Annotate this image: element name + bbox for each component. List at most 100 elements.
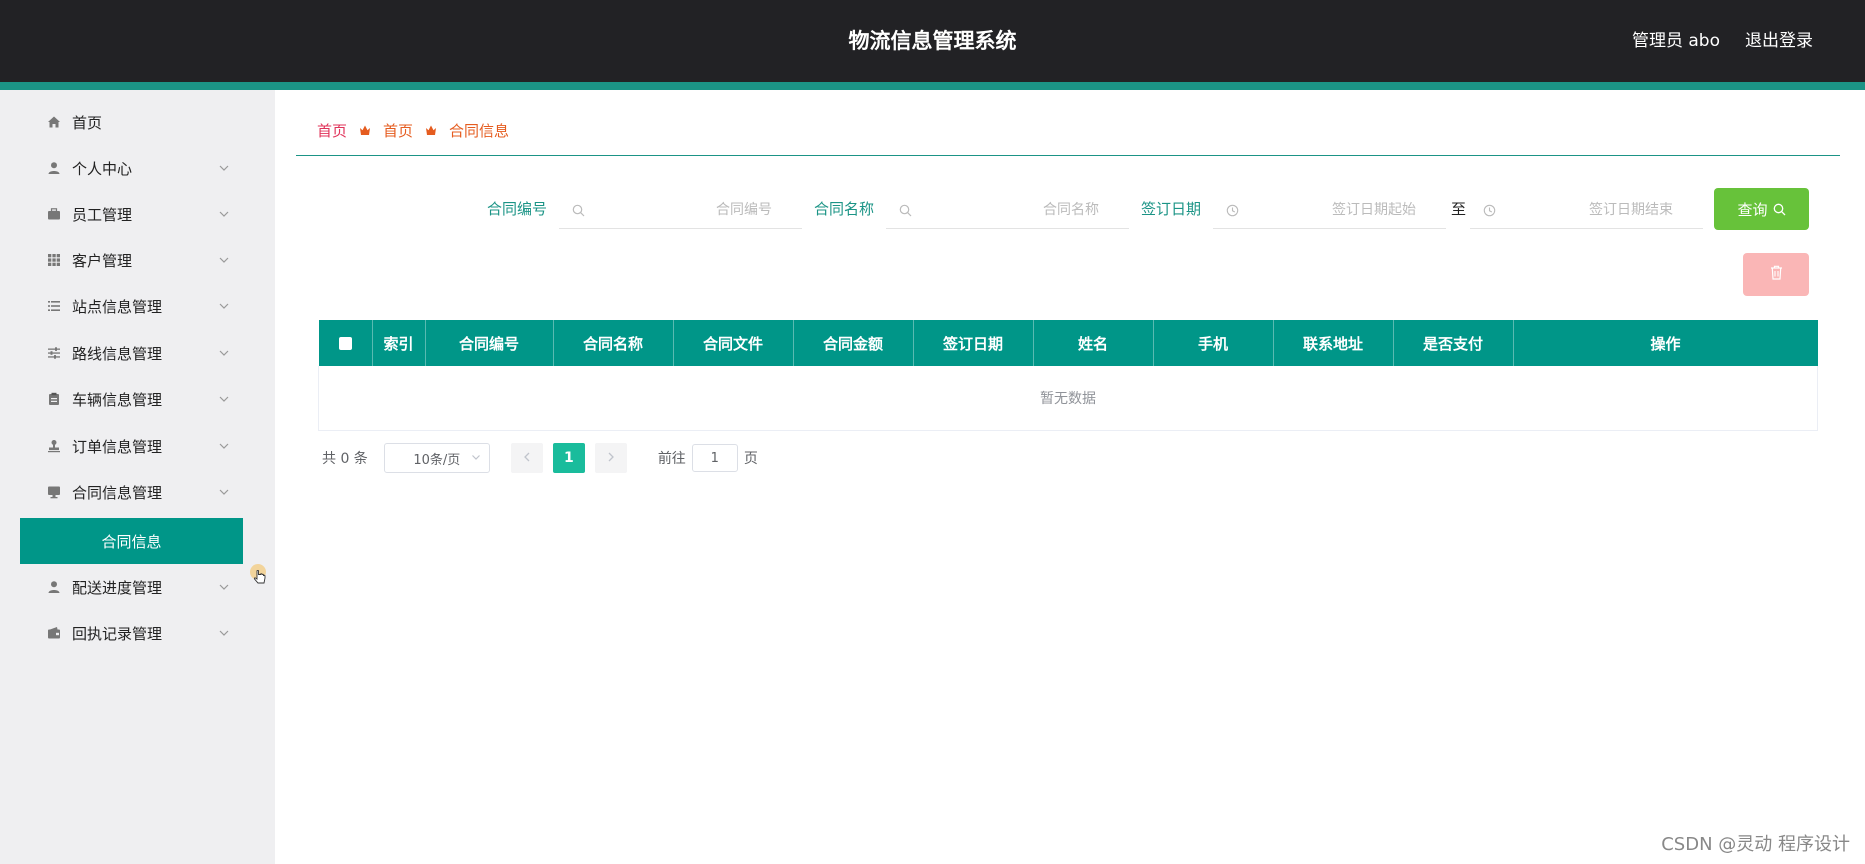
sidebar-item-route[interactable]: 路线信息管理 <box>20 330 243 376</box>
sidebar-item-receipt[interactable]: 回执记录管理 <box>20 610 243 656</box>
sidebar-item-label: 配送进度管理 <box>72 578 163 597</box>
goto-label: 前往 <box>657 451 686 467</box>
hand-cursor-icon <box>253 569 266 590</box>
column-header: 签订日期 <box>913 320 1034 366</box>
column-header: 合同文件 <box>673 320 794 366</box>
sidebar-item-label: 路线信息管理 <box>72 344 163 363</box>
chevron-down-icon <box>217 346 231 360</box>
sidebar-item-employee[interactable]: 员工管理 <box>20 191 243 237</box>
sidebar-item-delivery[interactable]: 配送进度管理 <box>20 564 243 610</box>
list-icon <box>46 298 62 314</box>
column-header: 合同金额 <box>793 320 914 366</box>
sidebar-item-contract[interactable]: 合同信息管理 <box>20 469 243 515</box>
sidebar-item-label: 车辆信息管理 <box>72 390 163 409</box>
column-header: 联系地址 <box>1273 320 1394 366</box>
column-header: 索引 <box>372 320 426 366</box>
contract-name-input[interactable] <box>912 201 1129 219</box>
sidebar-item-station[interactable]: 站点信息管理 <box>20 283 243 329</box>
sign-date-start-picker <box>1213 192 1446 229</box>
user-icon <box>46 579 62 595</box>
wallet-icon <box>46 625 62 641</box>
select-all-checkbox[interactable] <box>338 337 352 350</box>
contract-number-label: 合同编号 <box>487 200 548 218</box>
sidebar-item-order[interactable]: 订单信息管理 <box>20 423 243 469</box>
query-button[interactable]: 查询 <box>1714 188 1809 230</box>
pagination-total: 共 0 条 <box>322 451 368 467</box>
chevron-down-icon <box>217 161 231 175</box>
admin-user-label: 管理员 abo <box>1631 31 1720 51</box>
sidebar-item-label: 站点信息管理 <box>72 297 163 316</box>
sidebar-item-vehicle[interactable]: 车辆信息管理 <box>20 376 243 422</box>
column-header: 手机 <box>1153 320 1274 366</box>
delete-button[interactable] <box>1743 253 1809 296</box>
breadcrumb-separator-icon <box>425 124 437 136</box>
logout-link[interactable]: 退出登录 <box>1745 0 1813 82</box>
chevron-down-icon <box>217 580 231 594</box>
contract-number-search <box>559 192 802 229</box>
prev-page-button[interactable] <box>510 443 543 473</box>
chevron-down-icon <box>217 439 231 453</box>
sidebar-subitem-contract-info[interactable]: 合同信息 <box>20 518 243 564</box>
breadcrumb-home[interactable]: 首页 <box>317 120 347 141</box>
sidebar-item-label: 合同信息管理 <box>72 483 163 502</box>
column-header: 姓名 <box>1033 320 1154 366</box>
sidebar-item-home[interactable]: 首页 <box>20 99 243 145</box>
sidebar-item-label: 订单信息管理 <box>72 437 163 456</box>
chevron-down-icon <box>217 485 231 499</box>
monitor-icon <box>46 484 62 500</box>
chevron-right-icon <box>607 450 615 466</box>
goto-suffix: 页 <box>743 451 758 467</box>
clock-icon <box>1482 203 1496 217</box>
goto-page-input[interactable] <box>691 444 738 472</box>
sidebar-item-customer[interactable]: 客户管理 <box>20 237 243 283</box>
contract-name-label: 合同名称 <box>814 200 875 218</box>
sidebar-item-personal-center[interactable]: 个人中心 <box>20 145 243 191</box>
contract-table: 索引 合同编号 合同名称 合同文件 合同金额 签订日期 姓名 手机 联系地址 是… <box>318 320 1818 431</box>
column-header: 合同名称 <box>553 320 674 366</box>
stamp-icon <box>46 438 62 454</box>
chevron-down-icon <box>217 392 231 406</box>
chevron-down-icon <box>217 207 231 221</box>
sidebar: 首页 个人中心 员工管理 客户管理 站点信息管理 路线信息管理 车辆信息管理 订… <box>0 90 275 864</box>
chevron-down-icon <box>471 452 481 462</box>
sign-date-end-picker <box>1470 192 1703 229</box>
chevron-down-icon <box>217 253 231 267</box>
contract-name-search <box>886 192 1129 229</box>
clipboard-icon <box>46 391 62 407</box>
breadcrumb: 首页 首页 合同信息 <box>317 118 509 142</box>
query-button-label: 查询 <box>1737 200 1768 219</box>
user-icon <box>46 160 62 176</box>
clock-icon <box>1225 203 1239 217</box>
breadcrumb-divider <box>296 155 1840 156</box>
breadcrumb-level1[interactable]: 首页 <box>383 120 413 141</box>
breadcrumb-separator-icon <box>359 124 371 136</box>
date-range-separator: 至 <box>1451 200 1467 218</box>
search-icon <box>1773 203 1786 216</box>
sidebar-item-label: 员工管理 <box>72 205 133 224</box>
column-header: 操作 <box>1513 320 1818 366</box>
sidebar-item-label: 客户管理 <box>72 251 133 270</box>
page-size-select[interactable]: 10条/页 <box>383 443 490 473</box>
sign-date-start-input[interactable] <box>1239 201 1446 219</box>
search-icon <box>898 203 912 217</box>
sidebar-item-label: 首页 <box>72 113 103 132</box>
page-number-button[interactable]: 1 <box>552 443 585 473</box>
chevron-down-icon <box>217 299 231 313</box>
pagination: 共 0 条 10条/页 1 前往 页 <box>322 443 758 473</box>
top-bar-stripe <box>0 82 1865 90</box>
sidebar-item-label: 回执记录管理 <box>72 624 163 643</box>
trash-icon <box>1770 265 1783 284</box>
search-icon <box>571 203 585 217</box>
sign-date-label: 签订日期 <box>1141 200 1202 218</box>
contract-number-input[interactable] <box>585 201 802 219</box>
sign-date-end-input[interactable] <box>1496 201 1703 219</box>
watermark: CSDN @灵动 程序设计 <box>1661 834 1850 855</box>
next-page-button[interactable] <box>594 443 627 473</box>
chevron-left-icon <box>523 450 531 466</box>
breadcrumb-current: 合同信息 <box>449 121 510 140</box>
briefcase-icon <box>46 206 62 222</box>
sidebar-item-label: 个人中心 <box>72 159 133 178</box>
table-empty-text: 暂无数据 <box>318 366 1818 431</box>
page-size-value: 10条/页 <box>413 452 461 468</box>
table-empty-row: 暂无数据 <box>318 366 1818 431</box>
